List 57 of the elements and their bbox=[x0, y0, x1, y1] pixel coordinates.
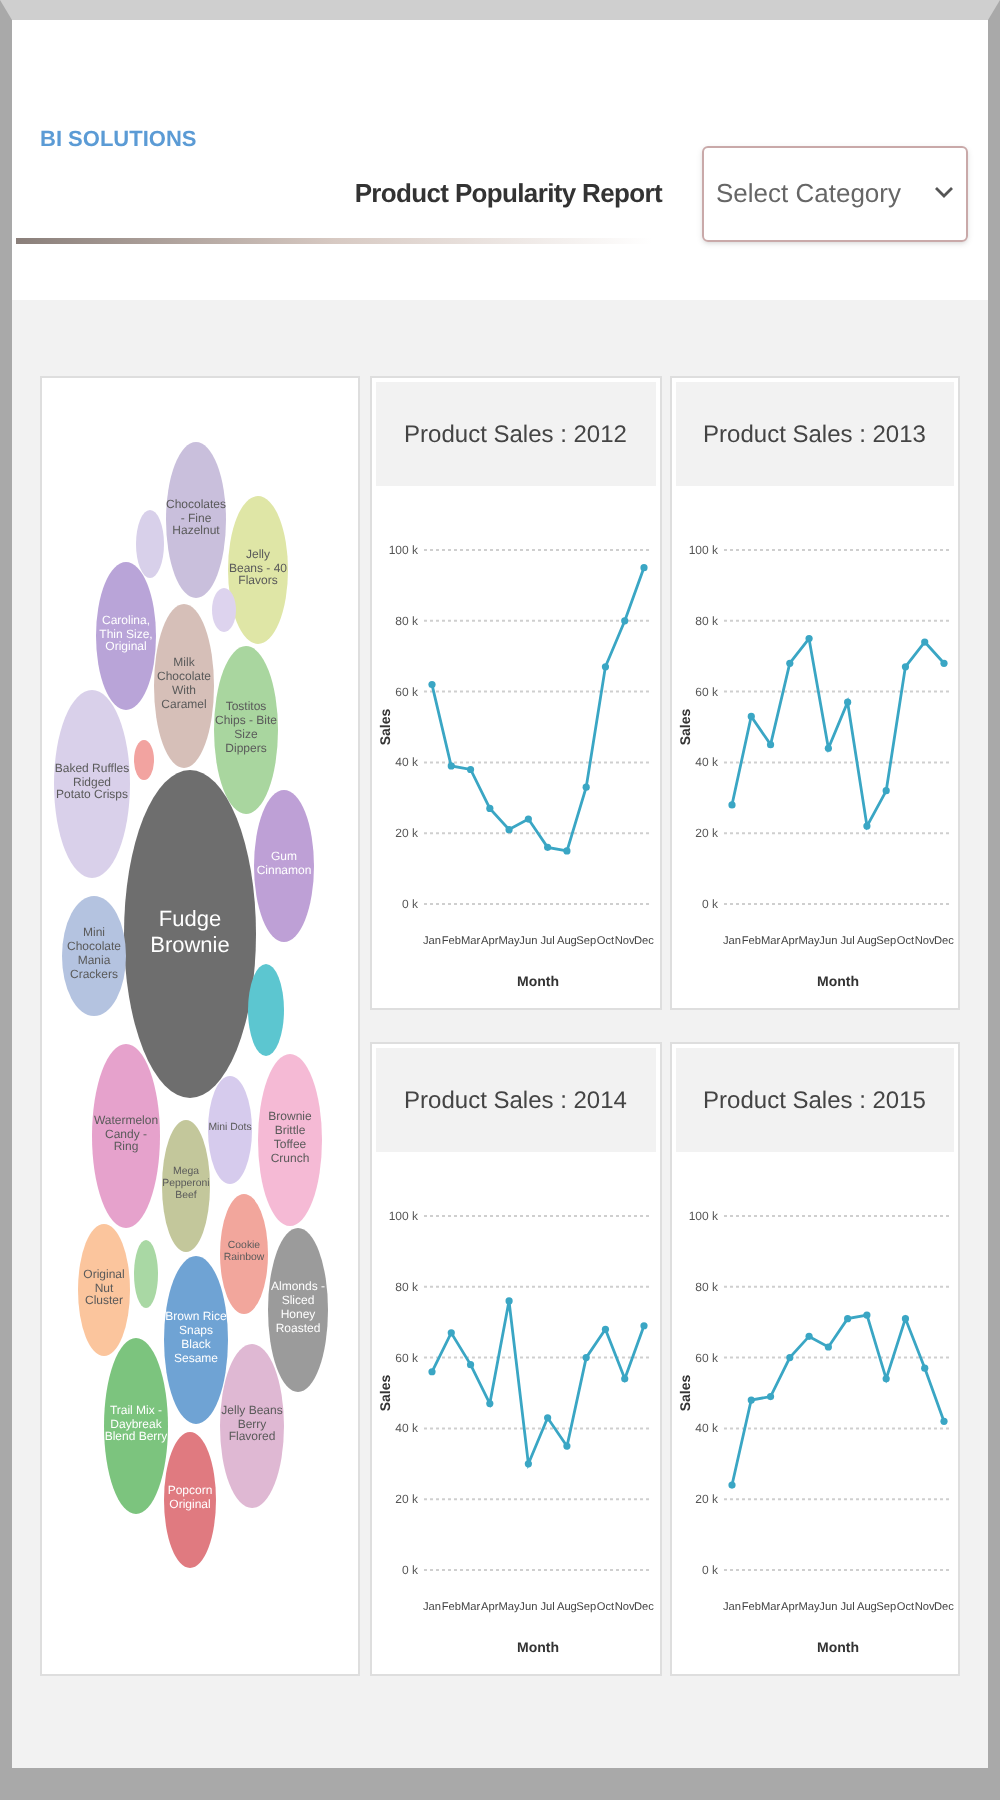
data-point bbox=[746, 712, 754, 720]
data-point bbox=[727, 1480, 735, 1488]
data-point bbox=[524, 815, 532, 823]
data-point bbox=[640, 564, 648, 572]
data-point bbox=[804, 1331, 812, 1339]
data-point bbox=[900, 663, 909, 671]
data-point bbox=[746, 1395, 754, 1403]
data-point bbox=[486, 804, 494, 812]
data-point bbox=[862, 1310, 870, 1318]
chart-title: Product Sales : 2013 bbox=[703, 418, 926, 452]
data-point bbox=[505, 826, 513, 834]
data-point bbox=[428, 1367, 436, 1375]
data-point bbox=[466, 1360, 475, 1368]
data-point bbox=[939, 1416, 947, 1424]
chart-title: Product Sales : 2015 bbox=[703, 1083, 926, 1117]
select-placeholder: Select Category bbox=[716, 175, 901, 212]
data-point bbox=[428, 680, 436, 689]
category-select[interactable]: Select Category bbox=[702, 145, 968, 241]
data-point bbox=[881, 1374, 889, 1382]
data-point bbox=[486, 1399, 494, 1407]
data-point bbox=[862, 822, 870, 830]
data-point bbox=[544, 843, 552, 851]
report-title: Product Popularity Report bbox=[354, 175, 662, 212]
data-point bbox=[447, 762, 455, 770]
data-point bbox=[823, 1342, 831, 1350]
data-point bbox=[727, 801, 735, 809]
chevron-down-icon bbox=[934, 186, 954, 200]
data-point bbox=[785, 1353, 793, 1361]
data-point bbox=[563, 1441, 571, 1449]
chart-title: Product Sales : 2012 bbox=[404, 418, 627, 452]
data-point bbox=[804, 634, 812, 643]
data-point bbox=[447, 1328, 455, 1336]
data-point bbox=[601, 1324, 610, 1332]
logo: BI SOLUTIONS bbox=[40, 126, 197, 156]
data-point bbox=[601, 663, 610, 671]
data-point bbox=[544, 1413, 552, 1421]
data-point bbox=[505, 1296, 513, 1304]
data-point bbox=[582, 783, 590, 791]
data-point bbox=[900, 1314, 909, 1322]
data-point bbox=[920, 1363, 928, 1371]
data-point bbox=[765, 1391, 774, 1400]
data-point bbox=[843, 698, 851, 706]
data-point bbox=[524, 1459, 532, 1467]
data-point bbox=[640, 1321, 648, 1329]
data-point bbox=[823, 744, 831, 752]
data-point bbox=[582, 1353, 590, 1361]
data-point bbox=[843, 1314, 851, 1322]
data-point bbox=[920, 638, 928, 646]
data-point bbox=[621, 617, 629, 625]
data-point bbox=[881, 787, 889, 795]
data-point bbox=[621, 1374, 629, 1382]
data-point bbox=[765, 741, 774, 749]
data-point bbox=[939, 659, 947, 667]
data-point bbox=[785, 659, 793, 667]
data-point bbox=[466, 765, 475, 774]
chart-title: Product Sales : 2014 bbox=[404, 1083, 627, 1117]
data-point bbox=[563, 847, 571, 855]
